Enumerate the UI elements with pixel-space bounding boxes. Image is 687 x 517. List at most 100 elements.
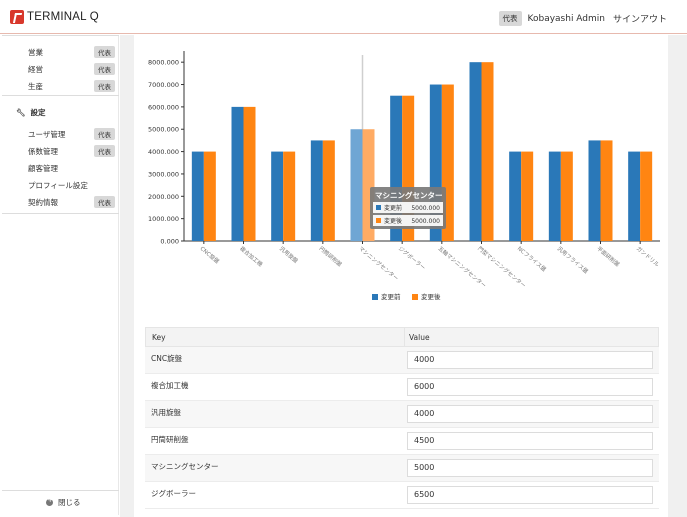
row-key: CNC旋盤 [151, 354, 183, 363]
bar-before [628, 151, 641, 241]
x-tick-label: CNC旋盤 [199, 244, 222, 265]
table-body: CNC旋盤 4000 複合加工機 6000 汎用旋盤 4000 円筒研削盤 4500 マシニング… [145, 347, 659, 509]
sidebar-divider [2, 95, 119, 96]
bar-before [271, 151, 284, 241]
close-label: 閉じる [58, 498, 81, 507]
value-input[interactable]: 5000 [407, 459, 653, 477]
row-key: 円筒研削盤 [151, 435, 189, 444]
tooltip-swatch [376, 218, 381, 223]
header-value: Value [404, 328, 430, 346]
role-badge: 代表 [498, 11, 522, 26]
sidebar-item-sales[interactable]: 営業 [28, 47, 43, 58]
wrench-icon: 🔧︎ [16, 108, 26, 117]
y-tick-label: 8000.000 [148, 59, 179, 67]
tooltip-title: マシニングセンター [375, 190, 443, 200]
legend-swatch [412, 294, 418, 300]
x-tick-label: ジグボーラー [397, 244, 427, 271]
value-input[interactable]: 4500 [407, 432, 653, 450]
table-row: 汎用旋盤 4000 [145, 401, 659, 428]
table-row: 円筒研削盤 4500 [145, 428, 659, 455]
sidebar-item-profile[interactable]: プロフィール設定 [28, 180, 88, 191]
bar-after [521, 151, 534, 241]
tooltip-value: 5000.000 [411, 205, 440, 212]
sidebar-badge: 代表 [94, 63, 115, 75]
user-name[interactable]: Kobayashi Admin [528, 14, 605, 24]
bar-after [600, 140, 613, 241]
bar-after [243, 106, 256, 241]
sidebar-item-production[interactable]: 生産 [28, 81, 43, 92]
bar-chart: 0.000 1000.000 2000.000 3000.000 4000.000 500… [148, 51, 662, 301]
bar-before [350, 129, 363, 241]
value-input[interactable]: 6500 [407, 486, 653, 504]
sidebar-item-coefficient[interactable]: 係数管理 [28, 146, 58, 157]
bar-after [203, 151, 216, 241]
bar-after [640, 151, 653, 241]
bar-before [509, 151, 522, 241]
bar-after [283, 151, 296, 241]
user-area: 代表 Kobayashi Admin サインアウト [498, 11, 667, 26]
data-table: Key Value CNC旋盤 4000 複合加工機 6000 汎用旋盤 4000 円筒研削… [145, 327, 659, 509]
sidebar-badge: 代表 [94, 145, 115, 157]
tooltip-series-name: 変更前 [384, 204, 402, 212]
close-icon [46, 496, 53, 506]
row-key: ジグボーラー [151, 489, 196, 498]
bar-before [588, 140, 601, 241]
close-sidebar-button[interactable]: 閉じる [46, 496, 81, 508]
logo-icon [10, 10, 24, 24]
legend-swatch [372, 294, 378, 300]
sidebar-item-customer[interactable]: 顧客管理 [28, 163, 58, 174]
x-tick-label: NCフライス盤 [516, 244, 549, 273]
sidebar-item-management[interactable]: 経営 [28, 64, 43, 75]
x-tick-label: ガンドリル [635, 244, 662, 268]
value-input[interactable]: 4000 [407, 351, 653, 369]
x-tick-label: 汎用フライス盤 [556, 244, 591, 275]
table-header: Key Value [145, 327, 659, 347]
sidebar-divider [2, 35, 119, 36]
bar-before [469, 62, 482, 241]
y-tick-label: 6000.000 [148, 103, 179, 111]
legend-label: 変更後 [421, 292, 441, 301]
bar-after [560, 151, 573, 241]
bar-before [548, 151, 561, 241]
top-bar: TERMINAL Q 代表 Kobayashi Admin サインアウト [0, 0, 687, 34]
sidebar-badge: 代表 [94, 196, 115, 208]
sidebar-item-user-management[interactable]: ユーザ管理 [28, 129, 65, 140]
bar-before [191, 151, 204, 241]
signout-link[interactable]: サインアウト [613, 12, 667, 25]
tooltip-series-name: 変更後 [384, 217, 402, 225]
x-tick-label: 平面研削盤 [595, 244, 622, 268]
sidebar-badge: 代表 [94, 128, 115, 140]
tooltip-value: 5000.000 [411, 218, 440, 225]
y-tick-label: 7000.000 [148, 81, 179, 89]
value-input[interactable]: 4000 [407, 405, 653, 423]
row-key: 複合加工機 [151, 381, 189, 390]
sidebar-badge: 代表 [94, 46, 115, 58]
table-row: 複合加工機 6000 [145, 374, 659, 401]
value-input[interactable]: 6000 [407, 378, 653, 396]
row-key: 汎用旋盤 [151, 408, 181, 417]
bar-before [310, 140, 323, 241]
x-tick-label: 複合加工機 [238, 244, 265, 268]
sidebar-divider [2, 213, 119, 214]
bar-before [231, 106, 244, 241]
bar-after [481, 62, 494, 241]
logo[interactable]: TERMINAL Q [10, 10, 99, 24]
scrollbar[interactable] [668, 35, 687, 517]
sidebar: 営業 代表 経営 代表 生産 代表 🔧︎ 設定 ユーザ管理 代表 係数管理 代表 … [2, 35, 119, 515]
settings-title: 設定 [30, 108, 46, 117]
y-tick-label: 2000.000 [148, 193, 179, 201]
table-row: マシニングセンター 5000 [145, 455, 659, 482]
sidebar-item-contract[interactable]: 契約情報 [28, 197, 58, 208]
row-key: マシニングセンター [151, 462, 219, 471]
y-tick-label: 5000.000 [148, 126, 179, 134]
legend-label: 変更前 [381, 292, 401, 301]
tooltip-swatch [376, 205, 381, 210]
logo-text: TERMINAL Q [27, 11, 99, 23]
bar-after [322, 140, 335, 241]
sidebar-divider [2, 490, 119, 491]
y-tick-label: 1000.000 [148, 215, 179, 223]
table-row: ジグボーラー 6500 [145, 482, 659, 509]
header-key: Key [152, 332, 166, 342]
x-tick-label: 円筒研削盤 [318, 244, 345, 268]
y-tick-label: 4000.000 [148, 148, 179, 156]
